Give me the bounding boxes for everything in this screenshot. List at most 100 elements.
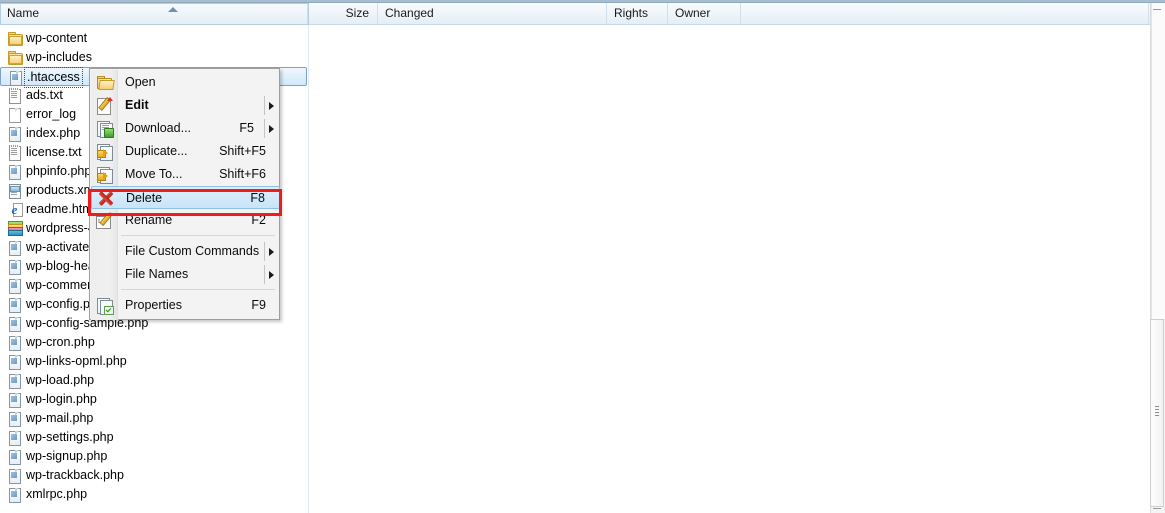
context-menu-item-shortcut: Shift+F6 [219, 167, 266, 181]
open-folder-icon [96, 74, 115, 91]
submenu-arrow-icon [269, 102, 274, 110]
php-file-icon [7, 487, 22, 503]
text-file-icon [7, 145, 22, 161]
context-menu-item-label: File Names [125, 267, 189, 281]
context-menu-item[interactable]: Edit [91, 94, 280, 117]
php-file-icon [7, 126, 22, 142]
submenu-divider [264, 242, 265, 261]
file-name-label: wp-content [26, 31, 88, 45]
file-row[interactable]: wp-load.php [0, 371, 308, 390]
splitter-grip-icon [1155, 406, 1159, 418]
submenu-arrow-icon [269, 125, 274, 133]
submenu-arrow-icon [269, 248, 274, 256]
context-menu-item[interactable]: Open [91, 71, 280, 94]
submenu-divider [264, 119, 265, 138]
splitter-cap-bottom [1153, 508, 1161, 509]
file-name-label: wp-settings.php [26, 430, 114, 444]
context-menu-separator [121, 235, 275, 236]
php-file-icon [7, 297, 22, 313]
annotation-rectangle-delete [88, 189, 282, 216]
php-file-icon [7, 430, 22, 446]
file-name-label: xmlrpc.php [26, 487, 88, 501]
submenu-divider [264, 96, 265, 115]
file-row[interactable]: wp-settings.php [0, 428, 308, 447]
move-to-icon [96, 166, 113, 184]
column-header-rights[interactable]: Rights [607, 3, 668, 25]
duplicate-icon [96, 143, 113, 161]
context-menu-item-label: Download... [125, 121, 192, 135]
context-menu-item-label: Properties [125, 298, 182, 312]
file-details-pane [309, 26, 1149, 513]
file-row[interactable]: wp-content [0, 29, 308, 48]
plain-file-icon [7, 107, 22, 123]
submenu-arrow-icon [269, 271, 274, 279]
context-menu-item-label: File Custom Commands [125, 244, 260, 258]
file-row[interactable]: wp-cron.php [0, 333, 308, 352]
file-name-label: wp-trackback.php [26, 468, 124, 482]
file-name-label: wp-links-opml.php [26, 354, 127, 368]
php-file-icon [7, 354, 22, 370]
file-name-label: .htaccess [24, 67, 83, 88]
file-name-label: error_log [26, 107, 77, 121]
file-row[interactable]: wp-signup.php [0, 447, 308, 466]
column-header-bar: Name Size Changed Rights Owner [0, 3, 1165, 25]
file-name-label: readme.html [26, 202, 96, 216]
context-menu-item-shortcut: F9 [251, 298, 266, 312]
php-file-icon [7, 278, 22, 294]
context-menu-item[interactable]: Properties F9 [91, 294, 280, 317]
php-file-icon [7, 468, 22, 484]
column-header-name[interactable]: Name [0, 3, 308, 25]
php-file-icon [7, 449, 22, 465]
archive-file-icon [7, 221, 23, 236]
php-file-icon [8, 70, 23, 86]
sort-ascending-icon [168, 7, 178, 12]
file-name-label: license.txt [26, 145, 82, 159]
column-header-changed[interactable]: Changed [378, 3, 607, 25]
context-menu-item-shortcut: F5 [239, 121, 254, 135]
vertical-splitter[interactable] [1150, 3, 1165, 513]
context-menu-item[interactable]: Download... F5 [91, 117, 280, 140]
context-menu-item-label: Edit [125, 98, 149, 112]
file-row[interactable]: wp-includes [0, 48, 308, 67]
file-name-label: index.php [26, 126, 81, 140]
file-row[interactable]: xmlrpc.php [0, 485, 308, 504]
download-icon [96, 120, 114, 138]
splitter-cap-top [1153, 9, 1161, 10]
context-menu-item[interactable]: File Names [91, 263, 280, 286]
php-file-icon [7, 411, 22, 427]
php-file-icon [7, 335, 22, 351]
file-manager-window: Name Size Changed Rights Owner wp-conten… [0, 0, 1165, 513]
properties-icon [96, 297, 114, 315]
edit-pencil-icon [96, 97, 113, 115]
file-name-label: wp-signup.php [26, 449, 108, 463]
column-header-size[interactable]: Size [308, 3, 378, 25]
file-row[interactable]: wp-login.php [0, 390, 308, 409]
text-file-icon [7, 88, 22, 104]
file-row[interactable]: wp-mail.php [0, 409, 308, 428]
file-name-label: wp-cron.php [26, 335, 95, 349]
php-file-icon [7, 164, 22, 180]
file-name-label: wp-includes [26, 50, 93, 64]
file-name-label: wp-mail.php [26, 411, 94, 425]
context-menu-item[interactable]: Move To... Shift+F6 [91, 163, 280, 186]
context-menu-item[interactable]: File Custom Commands [91, 240, 280, 263]
file-row[interactable]: wp-links-opml.php [0, 352, 308, 371]
file-name-label: products.xml [26, 183, 97, 197]
file-name-label: wp-load.php [26, 373, 95, 387]
context-menu-item[interactable]: Duplicate... Shift+F5 [91, 140, 280, 163]
context-menu-item-label: Duplicate... [125, 144, 188, 158]
php-file-icon [7, 392, 22, 408]
php-file-icon [7, 259, 22, 275]
splitter-track[interactable] [1151, 3, 1165, 319]
context-menu-separator [121, 289, 275, 290]
column-header-filler [741, 3, 1149, 25]
file-row[interactable]: wp-trackback.php [0, 466, 308, 485]
php-file-icon [7, 373, 22, 389]
column-header-owner[interactable]: Owner [668, 3, 741, 25]
file-name-label: ads.txt [26, 88, 63, 102]
html-file-icon: e [7, 202, 23, 217]
php-file-icon [7, 240, 22, 256]
context-menu-item-label: Open [125, 75, 156, 89]
folder-icon [7, 31, 23, 46]
submenu-divider [264, 265, 265, 284]
